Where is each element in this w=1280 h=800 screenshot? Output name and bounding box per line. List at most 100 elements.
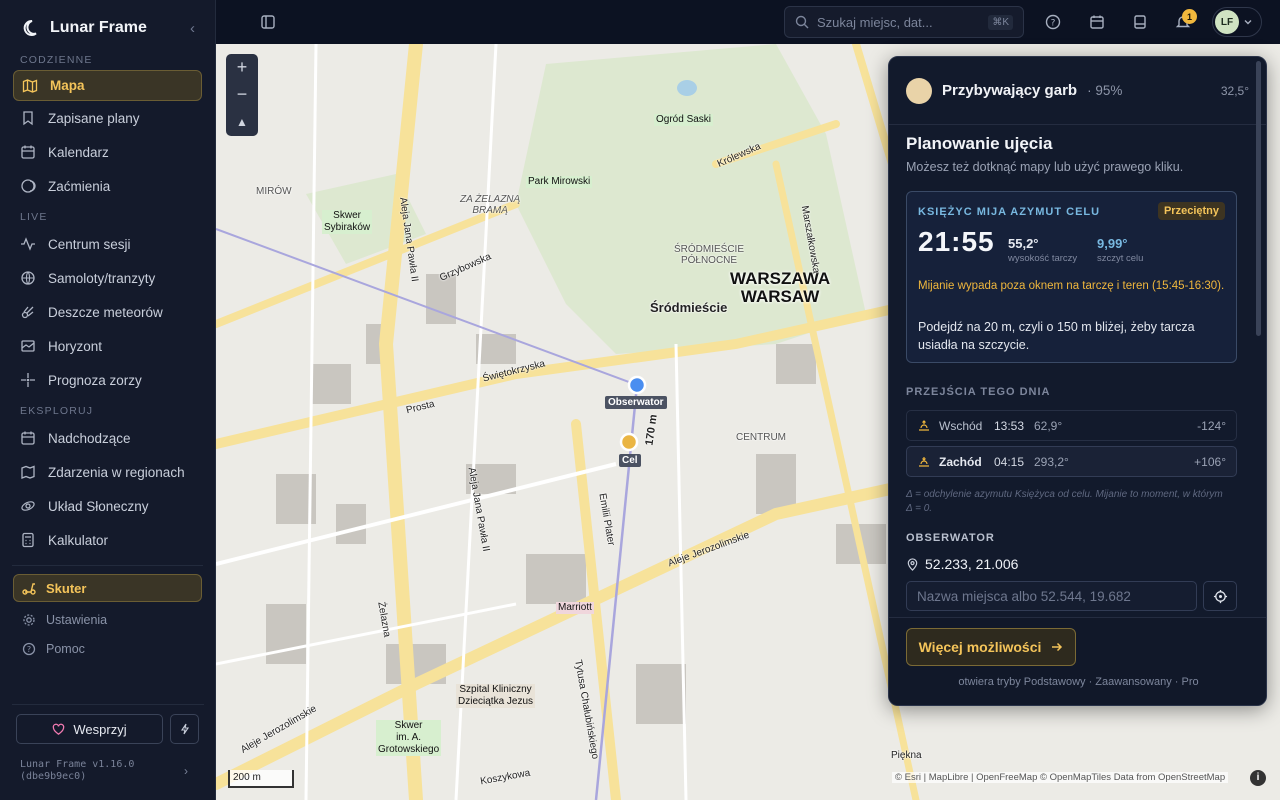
compass-button[interactable]: ▲ [226, 108, 258, 135]
place-input[interactable] [906, 581, 1197, 611]
sidebar-item-globe[interactable]: Samoloty/tranzyty [0, 261, 215, 295]
sidebar-item-calculator[interactable]: Kalkulator [0, 523, 215, 557]
support-button[interactable]: Wesprzyj [16, 714, 163, 744]
moon-phase-name: Przybywający garb [942, 82, 1078, 99]
sidebar-item-label: Zdarzenia w regionach [48, 464, 185, 480]
sidebar-item-scooter[interactable]: Skuter [13, 574, 202, 602]
sidebar-divider [12, 565, 203, 566]
sidebar-item-eclipse[interactable]: Zaćmienia [0, 169, 215, 203]
moon-angle: 32,5° [1220, 83, 1249, 98]
sidebar-item-sparkle[interactable]: Prognoza zorzy [0, 363, 215, 397]
sidebar-item-label: Prognoza zorzy [48, 372, 142, 388]
gear-icon [23, 613, 35, 626]
avatar: LF [1215, 10, 1239, 34]
sidebar-item-calendar[interactable]: Kalendarz [0, 135, 215, 169]
help-icon: ? [22, 642, 36, 655]
target-marker[interactable] [619, 432, 639, 452]
build-label: (dbe9b9ec0) [20, 771, 87, 782]
brand[interactable]: Lunar Frame ‹ [0, 0, 215, 56]
sidebar: Lunar Frame ‹ CODZIENNE Mapa Zapisane plan… [0, 0, 216, 800]
sidebar-item-label: Kalkulator [48, 532, 109, 548]
sidebar-item-calendar-clock[interactable]: Nadchodzące [0, 421, 215, 455]
search-input[interactable] [817, 14, 977, 30]
transits-heading: PRZEJŚCIA TEGO DNIA [906, 386, 1051, 398]
notification-badge: 1 [1182, 9, 1197, 24]
sidebar-item-label: Ustawienia [46, 612, 108, 627]
sidebar-item-map-pin[interactable]: Zdarzenia w regionach [0, 455, 215, 489]
search-icon [795, 15, 809, 29]
map-icon [22, 78, 38, 93]
moon-illumination: · 95% [1087, 83, 1123, 98]
zoom-out-button[interactable]: − [226, 81, 258, 108]
version-label: Lunar Frame v1.16.0 [20, 759, 135, 770]
sidebar-item-bookmark[interactable]: Zapisane plany [0, 101, 215, 135]
calculator-icon [22, 532, 34, 548]
transit-time: 04:15 [994, 454, 1025, 469]
sidebar-item-label: Samoloty/tranzyty [48, 270, 156, 286]
support-label: Wesprzyj [73, 721, 127, 737]
altitude-label: wysokość tarczy [1008, 253, 1078, 264]
moonset-icon [919, 456, 929, 467]
app-name: Lunar Frame [50, 19, 147, 36]
search-box[interactable]: ⌘K [784, 6, 1024, 38]
delta-note: Δ = odchylenie azymutu Księżyca od celu.… [906, 489, 1223, 514]
calendar-clock-icon [21, 431, 35, 445]
poi-label: Skwer im. A. Grotowskiego [376, 720, 442, 756]
sparkle-icon [21, 373, 35, 387]
map-label: Skwer Sybiraków [322, 210, 373, 234]
azimuth-card: KSIĘŻYC MIJA AZYMUT CELU Przeciętny 21:5… [906, 191, 1237, 363]
help-circle-icon[interactable]: ? [1044, 13, 1062, 31]
sidebar-item-horizon[interactable]: Horyzont [0, 329, 215, 363]
sidebar-item-label: Mapa [50, 78, 85, 93]
transit-delta: -124° [1197, 418, 1226, 433]
panel-toggle-icon[interactable] [260, 14, 276, 30]
zoom-in-button[interactable]: + [226, 54, 258, 81]
arrow-right-icon [1052, 642, 1063, 652]
sidebar-item-label: Kalendarz [48, 144, 109, 160]
locate-button[interactable] [1203, 581, 1237, 611]
observer-marker[interactable] [627, 375, 647, 395]
eclipse-icon [21, 179, 36, 193]
transit-time: 13:53 [994, 418, 1025, 433]
card-label: KSIĘŻYC MIJA AZYMUT CELU [918, 206, 1101, 218]
bookmark-icon [23, 111, 33, 126]
target-label: Cel [619, 454, 641, 467]
sidebar-item-settings[interactable]: Ustawienia [0, 605, 215, 634]
sidebar-item-label: Centrum sesji [48, 236, 131, 252]
version-info[interactable]: Lunar Frame v1.16.0 (dbe9b9ec0) [20, 759, 134, 783]
coords-value: 52.233, 21.006 [925, 556, 1019, 572]
transit-row-set[interactable]: Zachód 04:15 293,2° +106° [906, 446, 1237, 477]
horizon-icon [21, 340, 35, 352]
user-menu[interactable]: LF [1212, 7, 1262, 37]
attribution[interactable]: © Esri | MapLibre | OpenFreeMap © OpenMa… [892, 772, 1229, 783]
chevron-right-icon[interactable]: › [184, 764, 188, 778]
transit-name: Wschód [939, 418, 983, 433]
sidebar-section-heading: EKSPLORUJ [20, 405, 94, 417]
panel-scrollbar[interactable] [1256, 61, 1261, 336]
info-icon[interactable]: i [1250, 770, 1266, 786]
panel-subtitle: Możesz też dotknąć mapy lub użyć prawego… [906, 160, 1184, 174]
moon-logo-icon [23, 19, 37, 36]
sidebar-item-orbit[interactable]: Układ Słoneczny [0, 489, 215, 523]
panel-title: Planowanie ujęcia [906, 134, 1053, 153]
altitude-value: 55,2° [1008, 236, 1039, 251]
collapse-sidebar-icon[interactable]: ‹ [190, 20, 195, 37]
sidebar-item-map[interactable]: Mapa [13, 70, 202, 101]
share-button[interactable] [170, 714, 199, 744]
sidebar-item-help[interactable]: ? Pomoc [0, 634, 215, 663]
transit-azimuth: 62,9° [1034, 418, 1063, 433]
scale-bar: 200 m [228, 770, 294, 788]
sidebar-item-pulse[interactable]: Centrum sesji [0, 227, 215, 261]
chevron-down-icon [1244, 20, 1252, 25]
transit-row-rise[interactable]: Wschód 13:53 62,9° -124° [906, 410, 1237, 441]
map-label: Ogród Saski [654, 114, 714, 126]
poi-label: Marriott [556, 602, 594, 614]
more-options-button[interactable]: Więcej możliwości [906, 628, 1076, 666]
calendar-icon[interactable] [1088, 13, 1106, 31]
transit-name: Zachód [939, 454, 982, 469]
moon-phase-icon [906, 77, 932, 104]
sidebar-item-meteor[interactable]: Deszcze meteorów [0, 295, 215, 329]
journal-icon[interactable] [1131, 13, 1149, 31]
street-label: Piękna [891, 750, 922, 761]
sidebar-item-label: Pomoc [46, 641, 85, 656]
